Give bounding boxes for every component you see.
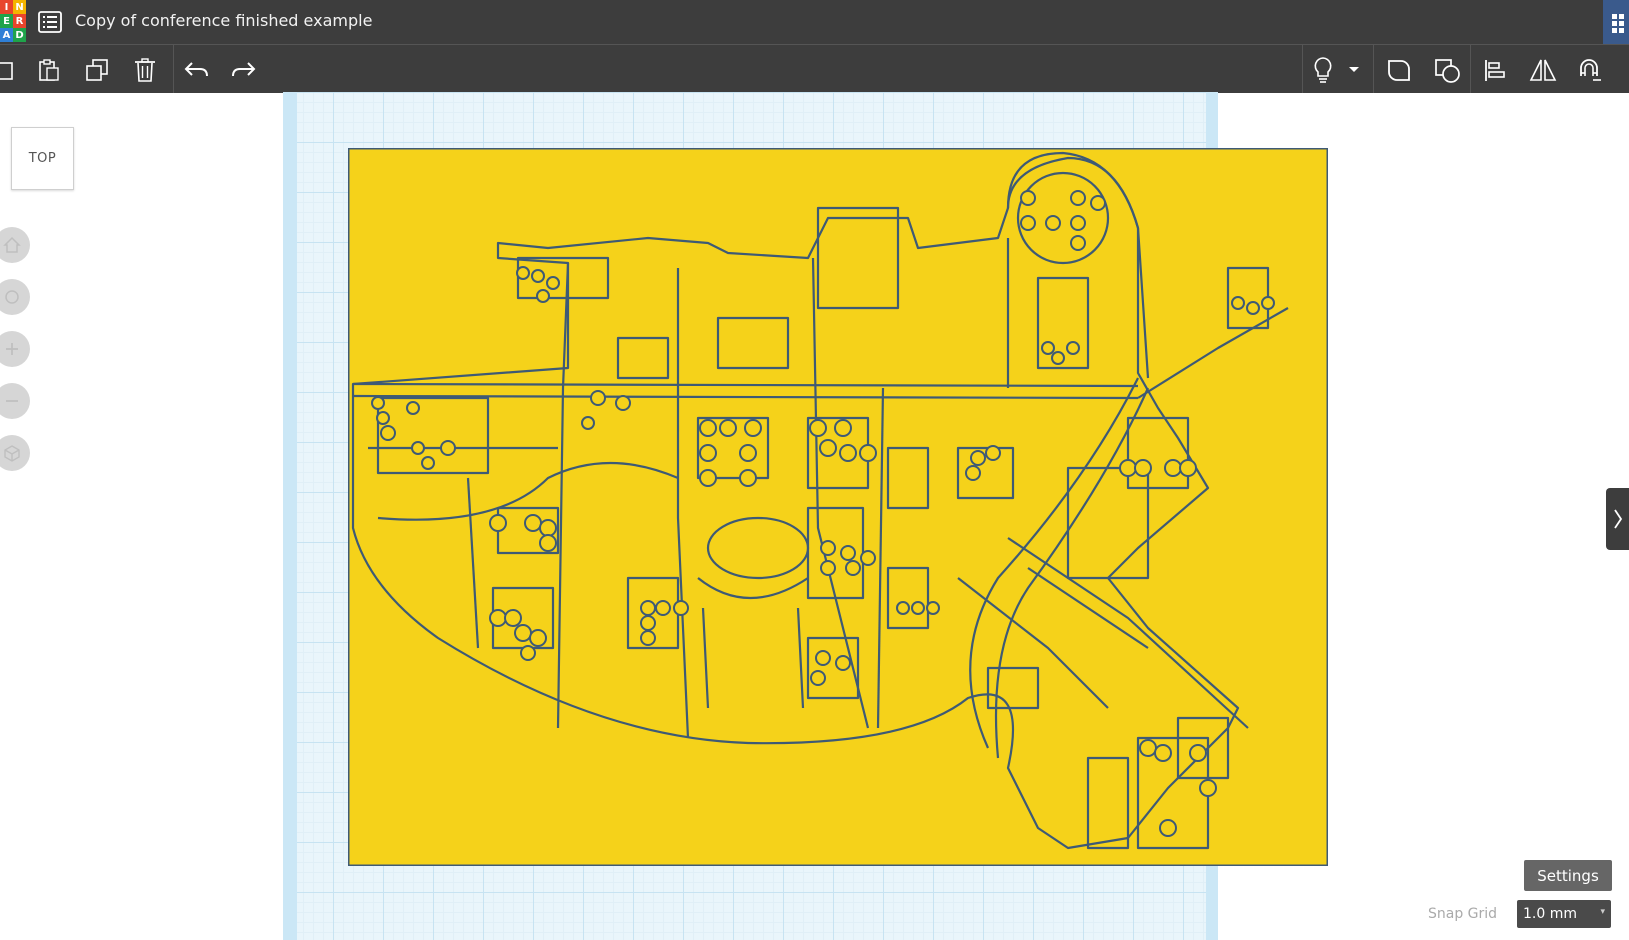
align-icon[interactable] bbox=[1480, 55, 1510, 85]
logo-letter: D bbox=[13, 28, 26, 42]
toolbar bbox=[0, 44, 1629, 93]
list-menu-icon[interactable] bbox=[38, 11, 62, 33]
orbit-icon[interactable] bbox=[0, 279, 30, 315]
magnet-icon[interactable] bbox=[1574, 55, 1604, 85]
toolbar-separator bbox=[173, 45, 174, 93]
logo-letter: R bbox=[13, 14, 26, 28]
workplane-edge bbox=[283, 92, 297, 940]
snap-grid-select[interactable]: 1.0 mm ▾ bbox=[1517, 900, 1611, 928]
logo-letter: N bbox=[13, 0, 26, 14]
settings-button[interactable]: Settings bbox=[1524, 860, 1612, 891]
panel-toggle-chevron-icon[interactable] bbox=[1606, 488, 1629, 550]
view-cube[interactable]: TOP bbox=[11, 127, 74, 190]
tinkercad-logo[interactable]: I N E R A D bbox=[0, 0, 26, 44]
mirror-icon[interactable] bbox=[1528, 55, 1558, 85]
home-icon[interactable] bbox=[0, 227, 30, 263]
logo-letter: E bbox=[0, 14, 13, 28]
dropdown-arrow-icon[interactable] bbox=[1344, 55, 1364, 85]
toolbar-separator bbox=[1470, 45, 1471, 93]
select-caret-icon: ▾ bbox=[1600, 907, 1605, 917]
document-title[interactable]: Copy of conference finished example bbox=[75, 11, 372, 30]
snap-grid-label: Snap Grid bbox=[1428, 906, 1498, 922]
zoom-out-icon[interactable] bbox=[0, 383, 30, 419]
perspective-icon[interactable] bbox=[0, 435, 30, 471]
title-bar: I N E R A D Copy of conference finished … bbox=[0, 0, 1629, 44]
group-icon[interactable] bbox=[1384, 55, 1414, 85]
toolbar-separator bbox=[1302, 45, 1303, 93]
delete-icon[interactable] bbox=[130, 55, 160, 85]
undo-icon[interactable] bbox=[182, 55, 212, 85]
toolbar-separator bbox=[1373, 45, 1374, 93]
ungroup-icon[interactable] bbox=[1432, 55, 1462, 85]
light-bulb-icon[interactable] bbox=[1308, 55, 1338, 85]
campus-map-shape[interactable] bbox=[348, 148, 1328, 866]
snap-grid-value: 1.0 mm bbox=[1523, 906, 1577, 922]
logo-letter: I bbox=[0, 0, 13, 14]
apps-grid-icon[interactable] bbox=[1603, 0, 1629, 44]
paste-icon[interactable] bbox=[34, 55, 64, 85]
zoom-in-icon[interactable] bbox=[0, 331, 30, 367]
copy-icon[interactable] bbox=[0, 55, 22, 85]
redo-icon[interactable] bbox=[228, 55, 258, 85]
logo-letter: A bbox=[0, 28, 13, 42]
duplicate-icon[interactable] bbox=[82, 55, 112, 85]
